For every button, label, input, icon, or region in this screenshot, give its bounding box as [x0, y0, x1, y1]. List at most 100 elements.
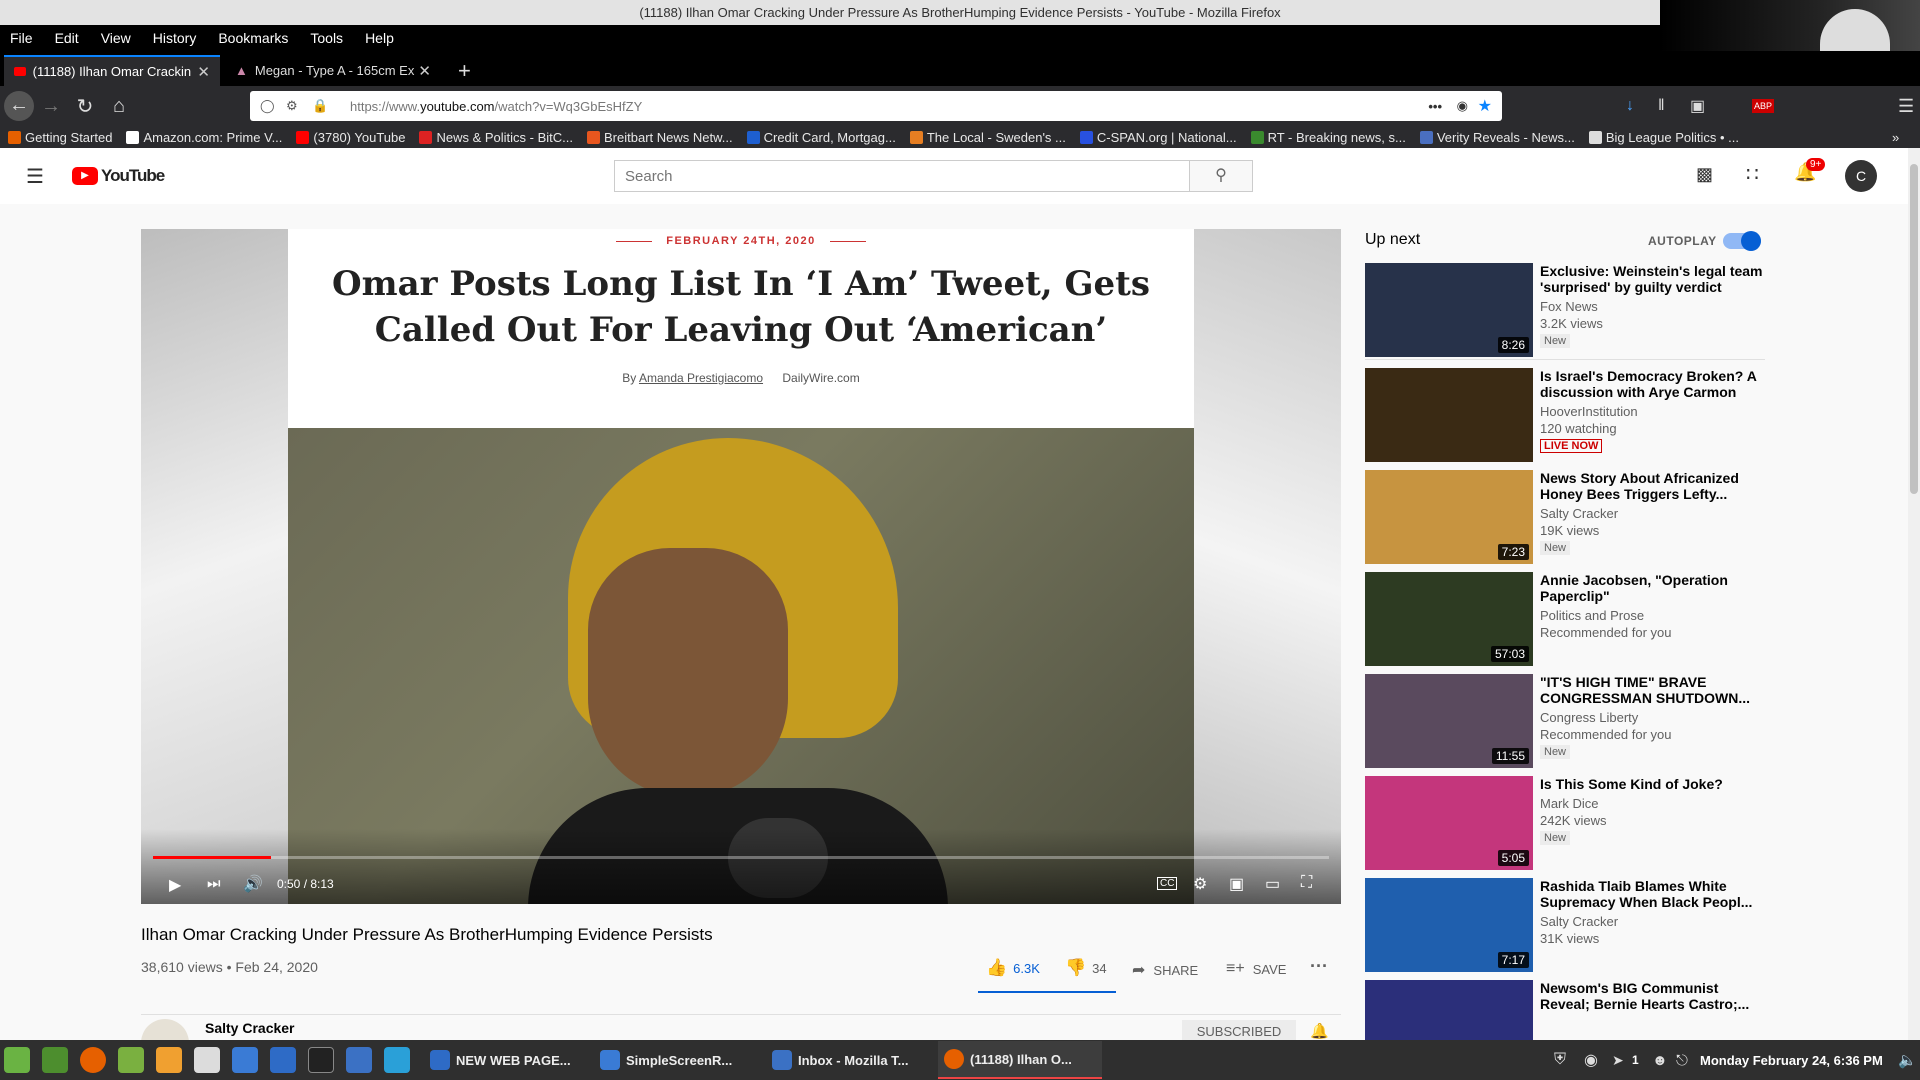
recommendation-item[interactable]: Is Israel's Democracy Broken? A discussi… [1365, 368, 1765, 464]
bookmark-item[interactable]: Credit Card, Mortgag... [746, 130, 896, 145]
fullscreen-icon[interactable]: ⛶ [1301, 874, 1312, 892]
youtube-logo[interactable]: ▶ YouTube [72, 166, 165, 186]
scrollbar-thumb[interactable] [1910, 164, 1918, 494]
recommendation-title[interactable]: Is This Some Kind of Joke? [1540, 776, 1765, 792]
monitor-launcher-icon[interactable] [384, 1047, 410, 1073]
forward-button[interactable]: → [34, 95, 68, 118]
recommendation-title[interactable]: Newsom's BIG Communist Reveal; Bernie He… [1540, 980, 1765, 1012]
new-tab-button[interactable]: + [448, 55, 482, 86]
guide-menu-icon[interactable]: ☰ [26, 164, 44, 189]
tab-megan[interactable]: ▲ Megan - Type A - 165cm Ex ✕ [225, 55, 441, 86]
volume-icon[interactable]: 🔊 [243, 874, 263, 894]
more-actions-icon[interactable]: ··· [1310, 956, 1328, 977]
permissions-icon[interactable]: ⚙ [286, 98, 298, 114]
recommendation-title[interactable]: Rashida Tlaib Blames White Supremacy Whe… [1540, 878, 1765, 910]
volume-tray-icon[interactable]: 🔈 [1898, 1051, 1917, 1069]
tab-close-icon[interactable]: ✕ [418, 62, 431, 80]
recommendation-item[interactable]: 5:05 Is This Some Kind of Joke? Mark Dice 2… [1365, 776, 1765, 872]
hamburger-menu-icon[interactable]: ☰ [1898, 96, 1914, 117]
miniplayer-icon[interactable]: ▣ [1229, 874, 1244, 894]
show-desktop-icon[interactable] [42, 1047, 68, 1073]
firefox-launcher-icon[interactable] [80, 1047, 106, 1073]
video-thumbnail[interactable]: 7:17 [1365, 878, 1533, 972]
bookmark-star-icon[interactable]: ★ [1478, 96, 1492, 116]
search-input[interactable] [615, 161, 1175, 191]
files-launcher-icon[interactable] [118, 1047, 144, 1073]
taskbar-window-firefox[interactable]: (11188) Ilhan O... [938, 1041, 1102, 1079]
screenshot-tray-icon[interactable]: ◉ [1584, 1050, 1598, 1070]
recommendation-title[interactable]: "IT'S HIGH TIME" BRAVE CONGRESSMAN SHUTD… [1540, 674, 1765, 706]
recommendation-item[interactable]: 57:03 Annie Jacobsen, "Operation Papercli… [1365, 572, 1765, 668]
settings-gear-icon[interactable]: ⚙ [1193, 874, 1207, 894]
notification-bell-icon[interactable]: 🔔 [1310, 1022, 1329, 1040]
home-button[interactable]: ⌂ [102, 95, 136, 118]
share-button[interactable]: ➦ SHARE [1132, 960, 1198, 980]
recommendation-title[interactable]: Is Israel's Democracy Broken? A discussi… [1540, 368, 1765, 400]
shield-icon[interactable]: ◯ [260, 98, 275, 114]
bookmark-item[interactable]: The Local - Sweden's ... [909, 130, 1066, 145]
recommendation-item[interactable]: 11:55 "IT'S HIGH TIME" BRAVE CONGRESSMAN … [1365, 674, 1765, 770]
captions-icon[interactable]: CC [1157, 877, 1178, 890]
shield-tray-icon[interactable]: ⛨ [1554, 1051, 1566, 1069]
recommendation-item[interactable]: 7:23 News Story About Africanized Honey B… [1365, 470, 1765, 566]
menu-view[interactable]: View [101, 30, 131, 46]
channel-avatar[interactable] [141, 1019, 189, 1040]
progress-bar[interactable] [153, 856, 1329, 859]
url-bar[interactable]: ◯ ⚙ 🔒 https://www. youtube.com/watch?v=Wq… [250, 91, 1502, 121]
bookmark-item[interactable]: Breitbart News Netw... [587, 130, 733, 145]
bookmark-item[interactable]: Verity Reveals - News... [1419, 130, 1575, 145]
taskbar-window-screenrecorder[interactable]: SimpleScreenR... [594, 1041, 766, 1079]
menu-bookmarks[interactable]: Bookmarks [218, 30, 288, 46]
video-thumbnail[interactable]: 57:03 [1365, 572, 1533, 666]
library-icon[interactable]: ‖ [1658, 97, 1665, 115]
page-scrollbar[interactable] [1908, 148, 1920, 1040]
autoplay-toggle[interactable] [1723, 231, 1761, 251]
channel-name[interactable]: Salty Cracker [205, 1020, 295, 1036]
back-button[interactable]: ← [4, 91, 34, 121]
bookmark-item[interactable]: C-SPAN.org | National... [1079, 130, 1237, 145]
calculator-launcher-icon[interactable] [194, 1047, 220, 1073]
recommendation-item[interactable]: Newsom's BIG Communist Reveal; Bernie He… [1365, 980, 1765, 1040]
video-thumbnail[interactable]: 11:55 [1365, 674, 1533, 768]
video-thumbnail[interactable]: 8:26 [1365, 263, 1533, 357]
terminal-launcher-icon[interactable] [308, 1047, 334, 1073]
video-thumbnail[interactable] [1365, 368, 1533, 462]
menu-help[interactable]: Help [365, 30, 394, 46]
video-thumbnail[interactable] [1365, 980, 1533, 1040]
reload-button[interactable]: ↻ [68, 94, 102, 119]
menu-history[interactable]: History [153, 30, 197, 46]
recommendation-title[interactable]: Exclusive: Weinstein's legal team 'surpr… [1540, 263, 1765, 295]
apps-grid-icon[interactable]: ∷ [1746, 162, 1759, 187]
bookmark-item[interactable]: Big League Politics • ... [1588, 130, 1739, 145]
save-button[interactable]: ≡+ SAVE [1226, 960, 1286, 978]
page-actions-icon[interactable]: ••• [1428, 99, 1442, 114]
bookmark-item[interactable]: RT - Breaking news, s... [1250, 130, 1406, 145]
next-button-icon[interactable]: ⏭ [207, 875, 221, 892]
tab-youtube[interactable]: (11188) Ilhan Omar Crackin ✕ [4, 55, 220, 86]
bookmark-item[interactable]: (3780) YouTube [296, 130, 405, 145]
taskbar-window-writer[interactable]: NEW WEB PAGE... [424, 1041, 594, 1079]
network-tray-icon[interactable]: ⎋ [1676, 1052, 1688, 1069]
sidebar-icon[interactable]: ▣ [1690, 96, 1705, 116]
recommendation-item[interactable]: 8:26 Exclusive: Weinstein's legal team 's… [1365, 263, 1765, 359]
writer-launcher-icon[interactable] [270, 1047, 296, 1073]
user-tray-icon[interactable]: ☻ [1652, 1052, 1668, 1069]
video-thumbnail[interactable]: 5:05 [1365, 776, 1533, 870]
mint-menu-icon[interactable] [4, 1047, 30, 1073]
create-video-icon[interactable]: ▩ [1696, 164, 1713, 185]
bookmark-item[interactable]: News & Politics - BitC... [419, 130, 573, 145]
video-thumbnail[interactable]: 7:23 [1365, 470, 1533, 564]
avatar[interactable]: C [1845, 160, 1877, 192]
screenshot-launcher-icon[interactable] [232, 1047, 258, 1073]
clock[interactable]: Monday February 24, 6:36 PM [1700, 1053, 1883, 1068]
menu-edit[interactable]: Edit [55, 30, 79, 46]
bookmarks-overflow-icon[interactable]: » [1892, 130, 1899, 145]
dislike-button[interactable]: 👎 34 [1065, 958, 1107, 978]
video-player[interactable]: FEBRUARY 24TH, 2020 Omar Posts Long List… [141, 229, 1341, 904]
pocket-icon[interactable]: ◉ [1457, 98, 1468, 114]
rocket-tray-icon[interactable]: ➤ [1612, 1052, 1624, 1069]
menu-tools[interactable]: Tools [310, 30, 343, 46]
subscribed-button[interactable]: SUBSCRIBED [1182, 1020, 1296, 1040]
bookmark-item[interactable]: Getting Started [8, 130, 112, 145]
theater-mode-icon[interactable]: ▭ [1265, 874, 1280, 894]
